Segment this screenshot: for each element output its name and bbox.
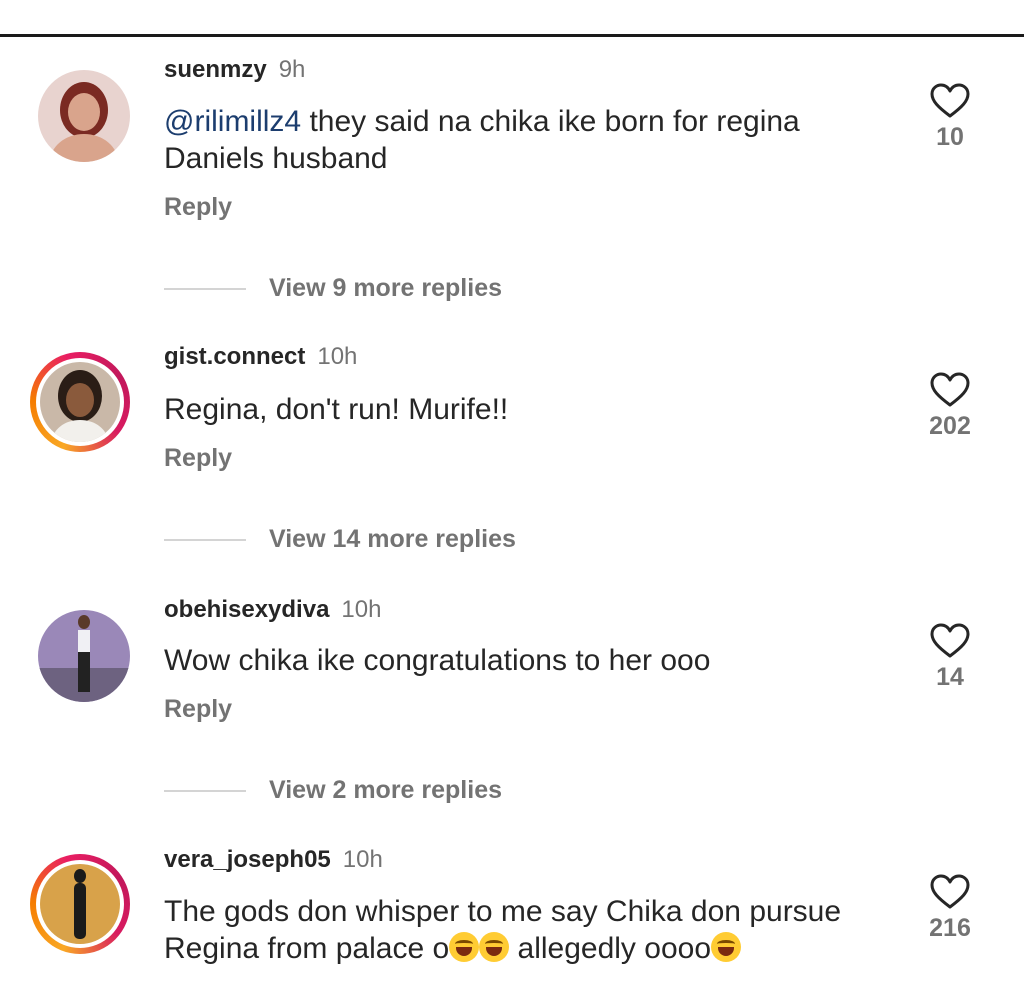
divider-line bbox=[164, 790, 246, 792]
avatar-image bbox=[38, 610, 130, 702]
comment-time: 10h bbox=[317, 343, 358, 370]
comment-username[interactable]: suenmzy 9h bbox=[164, 56, 305, 84]
like-button[interactable]: 14 bbox=[920, 623, 980, 692]
avatar-image bbox=[40, 362, 120, 442]
face-with-tears-of-joy-emoji bbox=[711, 932, 741, 962]
reply-button[interactable]: Reply bbox=[164, 193, 232, 222]
like-count: 216 bbox=[929, 914, 971, 942]
comment-username[interactable]: obehisexydiva 10h bbox=[164, 596, 381, 624]
view-more-replies[interactable]: View 9 more replies bbox=[164, 274, 524, 304]
comment-username[interactable]: vera_joseph05 10h bbox=[164, 846, 383, 874]
view-more-label: View 9 more replies bbox=[269, 274, 502, 302]
header-divider bbox=[0, 34, 1024, 37]
comment-text: The gods don whisper to me say Chika don… bbox=[164, 895, 842, 965]
like-button[interactable]: 216 bbox=[920, 874, 980, 943]
heart-outline-icon bbox=[930, 83, 970, 118]
comment-text: Wow chika ike congratulations to her ooo bbox=[164, 644, 711, 677]
view-more-label: View 14 more replies bbox=[269, 525, 516, 553]
avatar-story-ring[interactable] bbox=[30, 854, 130, 954]
like-count: 10 bbox=[936, 123, 964, 151]
face-with-tears-of-joy-emoji bbox=[479, 932, 510, 962]
comment-time: 10h bbox=[341, 596, 382, 623]
reply-button[interactable]: Reply bbox=[164, 444, 232, 473]
view-more-label: View 2 more replies bbox=[269, 776, 502, 804]
view-more-replies[interactable]: View 14 more replies bbox=[164, 525, 544, 555]
comment-username[interactable]: gist.connect 10h bbox=[164, 343, 357, 371]
divider-line bbox=[164, 288, 246, 290]
reply-button[interactable]: Reply bbox=[164, 695, 232, 724]
like-button[interactable]: 10 bbox=[920, 83, 980, 152]
comment-text: Regina, don't run! Murife!! bbox=[164, 393, 509, 426]
heart-outline-icon bbox=[930, 372, 970, 407]
avatar-story-ring[interactable] bbox=[30, 352, 130, 452]
comment-text: @rilimillz4 they said na chika ike born … bbox=[164, 105, 800, 175]
mention-link[interactable]: @rilimillz4 bbox=[164, 105, 301, 138]
like-count: 202 bbox=[929, 412, 971, 440]
avatar-image bbox=[38, 70, 130, 162]
divider-line bbox=[164, 539, 246, 541]
like-button[interactable]: 202 bbox=[920, 372, 980, 441]
view-more-replies[interactable]: View 2 more replies bbox=[164, 776, 524, 806]
avatar[interactable] bbox=[38, 70, 130, 162]
face-with-tears-of-joy-emoji bbox=[449, 932, 480, 962]
heart-outline-icon bbox=[930, 623, 970, 658]
heart-outline-icon bbox=[930, 874, 970, 909]
comment-time: 10h bbox=[342, 846, 383, 873]
like-count: 14 bbox=[936, 663, 964, 691]
avatar[interactable] bbox=[38, 610, 130, 702]
comment-time: 9h bbox=[278, 56, 306, 83]
avatar-image bbox=[40, 864, 120, 944]
